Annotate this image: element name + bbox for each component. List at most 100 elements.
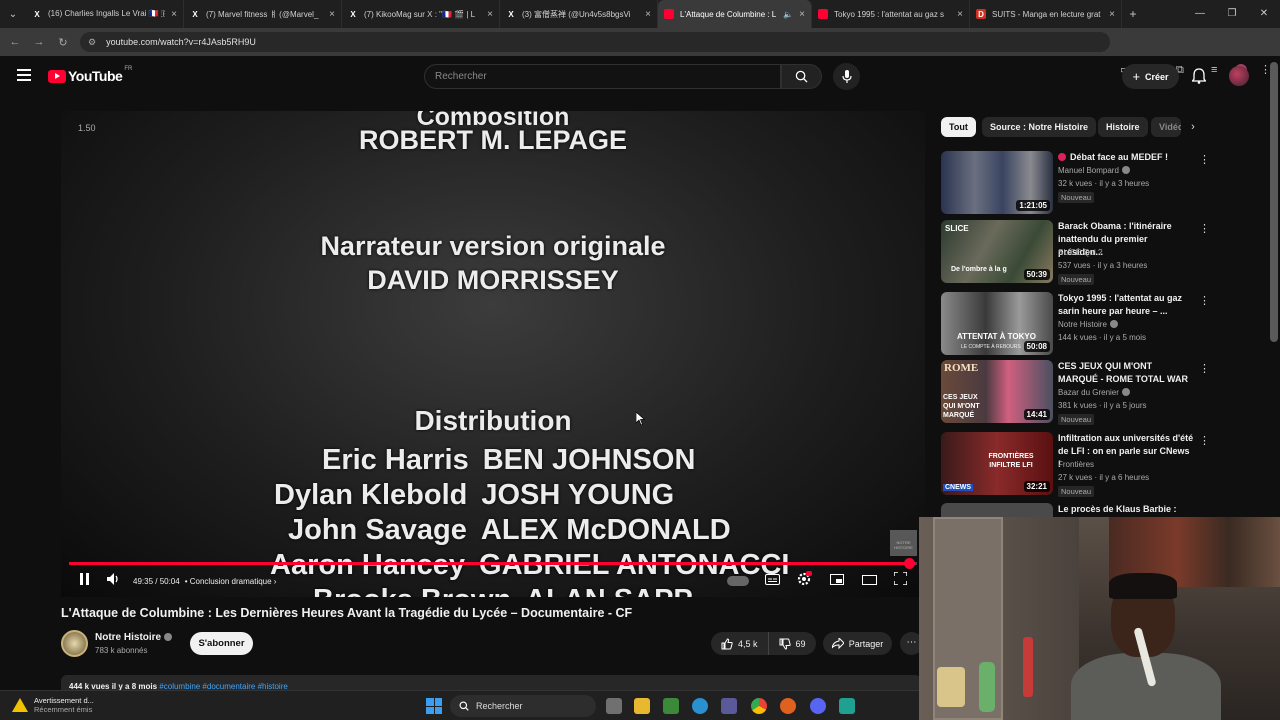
video-thumbnail[interactable]: ATTENTAT À TOKYO LE COMPTE À REBOURS 50:… [941, 292, 1053, 355]
video-thumbnail[interactable]: 1:21:05 [941, 151, 1053, 214]
close-tab-icon[interactable]: × [1109, 9, 1115, 20]
volume-button[interactable] [107, 572, 121, 590]
page-scrollbar[interactable] [1270, 62, 1278, 342]
taskbar-search[interactable]: Rechercher [450, 695, 596, 717]
fullscreen-button[interactable] [893, 571, 908, 590]
more-options-icon[interactable]: ⋮ [1199, 434, 1210, 447]
close-tab-icon[interactable]: × [957, 9, 963, 20]
chip-history[interactable]: Histoire [1098, 117, 1148, 137]
subtitles-icon [765, 574, 780, 585]
chip-videos[interactable]: Vidéos [1151, 117, 1181, 137]
recommendation-item[interactable]: FRONTIÈRES INFILTRE LFI CNEWS 32:21 Infi… [941, 432, 1211, 497]
back-icon[interactable]: ← [3, 36, 27, 48]
chevron-right-icon[interactable]: › [1183, 117, 1203, 137]
channel-name[interactable]: Notre Histoire [95, 632, 173, 643]
forward-icon[interactable]: → [27, 36, 51, 48]
browser-tab[interactable]: X (7) KikooMag sur X : "🇫🇷 🎬 | L × [342, 0, 500, 28]
verified-badge-icon [1121, 166, 1130, 174]
create-button[interactable]: + Créer [1122, 64, 1179, 89]
pause-button[interactable] [79, 572, 93, 590]
file-explorer-icon[interactable] [634, 698, 650, 714]
recommendation-item[interactable]: 1:21:05 Débat face au MEDEF ! Manuel Bom… [941, 151, 1211, 215]
browser-tab-active[interactable]: L'Attaque de Columbine : L 🔈 × [658, 0, 812, 28]
share-button[interactable]: Partager [823, 632, 892, 655]
media-control-icon[interactable]: ≡ [1211, 56, 1217, 84]
new-tab-button[interactable]: + [1122, 7, 1144, 21]
more-options-icon[interactable]: ⋮ [1199, 222, 1210, 235]
mute-tab-icon[interactable]: 🔈 [783, 10, 793, 19]
recommendation-channel[interactable]: Notre Histoire [1058, 320, 1118, 329]
browser-tab[interactable]: X (7) Marvel fitness ㅒ (@Marvel_ × [184, 0, 342, 28]
video-thumbnail[interactable]: ROME CES JEUX QUI M'ONT MARQUÉ 14:41 [941, 360, 1053, 423]
search-input[interactable]: Rechercher [424, 64, 781, 89]
more-options-icon[interactable]: ⋮ [1199, 294, 1210, 307]
reload-icon[interactable]: ↻ [51, 36, 75, 49]
chip-source-channel[interactable]: Source : Notre Histoire [982, 117, 1097, 137]
youtube-logo[interactable]: YouTube FR [48, 66, 132, 84]
app-icon[interactable] [839, 698, 855, 714]
recommendation-channel[interactable]: SLICE Qui ? [1058, 248, 1102, 257]
recommendation-item[interactable]: ATTENTAT À TOKYO LE COMPTE À REBOURS 50:… [941, 292, 1211, 356]
close-window-icon[interactable]: ✕ [1248, 0, 1280, 28]
chrome-icon[interactable] [751, 698, 767, 714]
account-avatar[interactable] [1229, 66, 1249, 86]
video-player[interactable]: 1.50 Composition ROBERT M. LEPAGE Narrat… [61, 111, 925, 597]
close-tab-icon[interactable]: × [171, 9, 177, 20]
hd-badge [806, 571, 812, 576]
browser-tab[interactable]: X (3) 富僧蒸禅 (@Un4v5s8bgsVi × [500, 0, 658, 28]
more-options-icon[interactable]: ⋮ [1199, 362, 1210, 375]
streamer [1071, 573, 1221, 720]
subscribe-button[interactable]: S'abonner [190, 632, 253, 655]
x-icon: X [192, 9, 198, 19]
discord-icon[interactable] [810, 698, 826, 714]
chip-all[interactable]: Tout [941, 117, 976, 137]
progress-bar[interactable] [69, 558, 917, 569]
browser-tab[interactable]: Tokyo 1995 : l'attentat au gaz s × [812, 0, 970, 28]
progress-scrubber[interactable] [903, 558, 915, 569]
video-thumbnail[interactable]: FRONTIÈRES INFILTRE LFI CNEWS 32:21 [941, 432, 1053, 495]
like-button[interactable]: 4,5 k [711, 632, 769, 655]
edge-icon[interactable] [692, 698, 708, 714]
miniplayer-button[interactable] [830, 572, 844, 590]
video-title: L'Attaque de Columbine : Les Dernières H… [61, 606, 633, 620]
close-tab-icon[interactable]: × [487, 9, 493, 20]
recommendation-item[interactable]: SLICE De l'ombre à la g 50:39 Barack Oba… [941, 220, 1211, 285]
subtitles-button[interactable] [765, 572, 780, 590]
autoplay-toggle[interactable] [727, 576, 749, 586]
video-thumbnail[interactable] [941, 503, 1053, 517]
search-button[interactable] [781, 64, 822, 89]
more-options-icon[interactable]: ⋮ [1199, 153, 1210, 166]
browser-tab[interactable]: X (16) Charlies Ingalls Le Vrai 🇫🇷 🇫 × [26, 0, 184, 28]
dislike-button[interactable]: 69 [769, 638, 816, 650]
browser-tab[interactable]: D SUITS - Manga en lecture grat × [970, 0, 1122, 28]
address-bar[interactable]: ⚙ youtube.com/watch?v=r4JAsb5RH9U [80, 32, 1110, 52]
close-tab-icon[interactable]: × [329, 9, 335, 20]
hamburger-menu-icon[interactable] [17, 69, 31, 81]
tab-search-button[interactable]: ⌄ [0, 0, 26, 28]
channel-avatar[interactable] [61, 630, 88, 657]
recommendation-channel[interactable]: Frontières [1058, 460, 1094, 469]
maximize-icon[interactable]: ❐ [1216, 0, 1248, 28]
miniplayer-icon [830, 574, 844, 585]
minimize-icon[interactable]: — [1184, 0, 1216, 28]
voice-search-button[interactable] [833, 63, 860, 90]
site-info-icon[interactable]: ⚙ [88, 37, 96, 48]
windows-start-icon[interactable] [426, 698, 442, 714]
close-tab-icon[interactable]: × [799, 9, 805, 20]
task-view-icon[interactable] [606, 698, 622, 714]
video-thumbnail[interactable]: SLICE De l'ombre à la g 50:39 [941, 220, 1053, 283]
recommendation-channel[interactable]: Bazar du Grenier [1058, 388, 1130, 397]
taskbar-notification[interactable]: Avertissement d... Récemment émis [12, 696, 94, 714]
recommendation-item[interactable]: Le procès de Klaus Barbie : [941, 503, 1211, 517]
chapter-title[interactable]: • Conclusion dramatique › [185, 577, 277, 586]
credit-distribution-label: Distribution [414, 405, 572, 436]
notifications-bell-icon[interactable] [1191, 68, 1207, 89]
store-icon[interactable] [721, 698, 737, 714]
nvidia-icon[interactable] [663, 698, 679, 714]
firefox-icon[interactable] [780, 698, 796, 714]
channel-watermark[interactable]: NOTRE HISTOIRE [890, 530, 917, 556]
close-tab-icon[interactable]: × [645, 9, 651, 20]
recommendation-item[interactable]: ROME CES JEUX QUI M'ONT MARQUÉ 14:41 CES… [941, 360, 1211, 425]
recommendation-channel[interactable]: Manuel Bompard [1058, 166, 1130, 175]
theater-mode-button[interactable] [862, 572, 877, 590]
